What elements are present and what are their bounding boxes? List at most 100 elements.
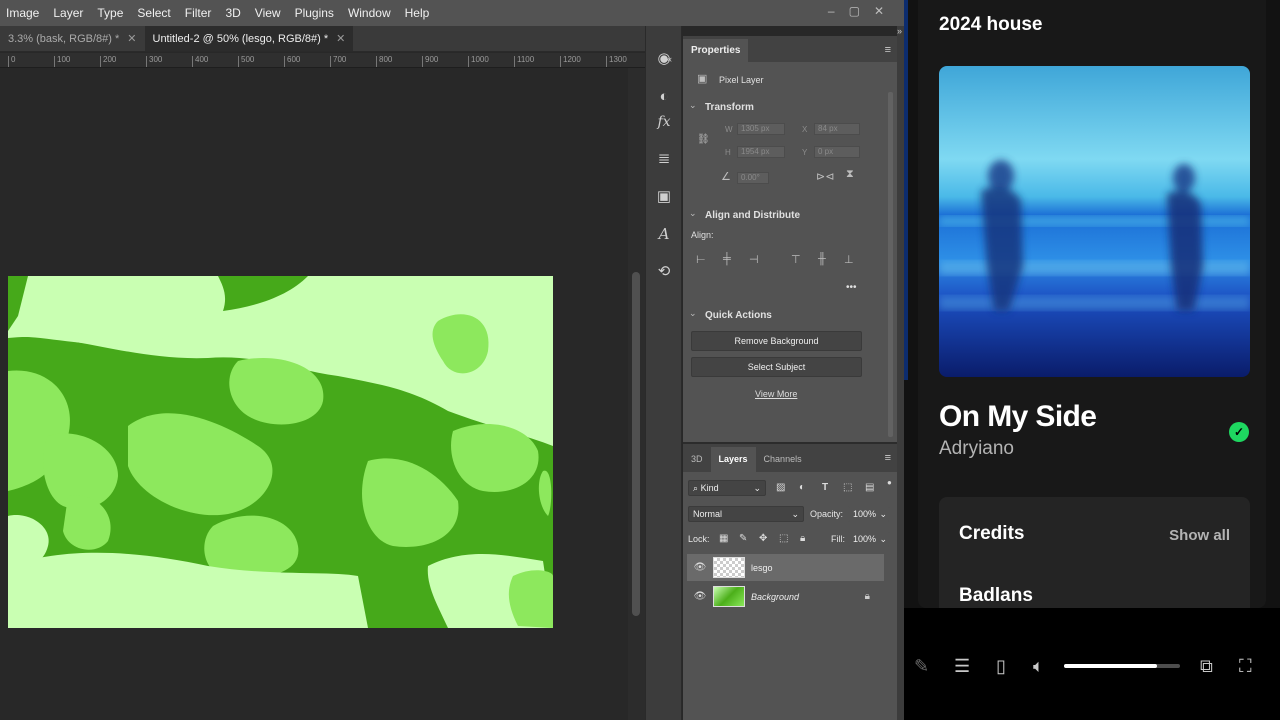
minimize-button[interactable]: – <box>828 4 835 18</box>
menu-item-filter[interactable]: Filter <box>178 6 219 20</box>
artboard-canvas[interactable] <box>8 276 553 628</box>
more-options-icon[interactable]: ••• <box>846 282 857 293</box>
height-field[interactable]: 1954 px <box>737 146 785 158</box>
properties-tab[interactable]: Properties <box>683 39 749 62</box>
menu-item-window[interactable]: Window <box>341 6 398 20</box>
visibility-eye-icon[interactable]: 👁︎ <box>691 562 709 573</box>
document-tab-bask[interactable]: 3.3% (bask, RGB/8#) * ✕ <box>0 26 145 51</box>
tab-3d[interactable]: 3D <box>683 454 711 472</box>
ruler-tick-label: 800 <box>376 56 392 67</box>
volume-icon[interactable]: 🔈︎ <box>1033 656 1044 677</box>
menu-item-type[interactable]: Type <box>90 6 130 20</box>
width-field[interactable]: 1305 px <box>737 123 785 135</box>
angle-field[interactable]: 0.00° <box>737 172 769 184</box>
align-top-icon[interactable]: ⊤ <box>791 253 801 266</box>
canvas-area[interactable] <box>0 68 628 720</box>
ruler-tick-label: 1000 <box>468 56 489 67</box>
menu-item-layer[interactable]: Layer <box>46 6 90 20</box>
filter-toggle-icon[interactable]: ● <box>887 478 892 487</box>
song-title[interactable]: On My Side <box>939 400 1097 434</box>
menu-item-3d[interactable]: 3D <box>218 6 247 20</box>
character-icon[interactable]: A <box>654 224 674 244</box>
fx-icon[interactable]: fx <box>654 112 674 132</box>
align-middle-v-icon[interactable]: ╫ <box>818 253 826 265</box>
layer-name[interactable]: Background <box>751 592 799 602</box>
close-button[interactable]: ✕ <box>874 4 884 18</box>
align-section-title[interactable]: Align and Distribute <box>705 210 800 221</box>
expand-arrows-icon[interactable]: » <box>897 26 902 36</box>
menu-item-select[interactable]: Select <box>130 6 177 20</box>
clone-source-icon[interactable]: ▣ <box>654 186 674 206</box>
menu-item-plugins[interactable]: Plugins <box>288 6 341 20</box>
layer-row-lesgo[interactable]: 👁︎ lesgo <box>687 554 884 581</box>
menu-item-view[interactable]: View <box>248 6 288 20</box>
tab-channels[interactable]: Channels <box>756 454 810 472</box>
close-tab-icon[interactable]: ✕ <box>336 32 345 45</box>
volume-slider[interactable] <box>1064 664 1180 668</box>
menu-item-help[interactable]: Help <box>398 6 437 20</box>
album-cover[interactable] <box>939 66 1250 377</box>
layer-row-background[interactable]: 👁︎ Background 🔒︎ <box>687 583 884 610</box>
link-icon[interactable]: ⛓ <box>697 134 710 145</box>
blend-mode-select[interactable]: Normal ⌄ <box>688 506 804 522</box>
layer-name[interactable]: lesgo <box>751 563 773 573</box>
filter-type-icon[interactable]: T <box>822 482 828 493</box>
lock-all-icon[interactable]: 🔒︎ <box>800 533 805 544</box>
filter-smart-object-icon[interactable]: ▤ <box>865 482 874 493</box>
lock-transparent-icon[interactable]: ▦ <box>719 533 728 544</box>
show-all-link[interactable]: Show all <box>1169 527 1230 544</box>
lock-artboard-icon[interactable]: ⬚ <box>779 533 788 544</box>
playlist-title[interactable]: 2024 house <box>939 14 1043 36</box>
view-more-link[interactable]: View More <box>755 389 797 399</box>
vertical-scrollbar[interactable] <box>628 68 645 720</box>
liked-check-icon[interactable]: ✓ <box>1229 422 1249 442</box>
fill-field[interactable]: 100% ⌄ <box>848 531 890 547</box>
fullscreen-icon[interactable]: ⛶ <box>1239 656 1252 677</box>
opacity-field[interactable]: 100% ⌄ <box>848 506 890 522</box>
align-bottom-icon[interactable]: ⊥ <box>844 253 854 266</box>
brush-settings-icon[interactable]: ≣ <box>654 148 674 168</box>
mini-player-icon[interactable]: ⧉ <box>1200 656 1213 677</box>
align-center-h-icon[interactable]: ╪ <box>723 253 731 265</box>
quick-actions-title[interactable]: Quick Actions <box>705 310 772 321</box>
menu-item-image[interactable]: Image <box>0 6 46 20</box>
filter-kind-select[interactable]: ⌕ Kind ⌄ <box>688 480 766 496</box>
filter-shape-icon[interactable]: ⬚ <box>843 482 852 493</box>
scrollbar-thumb[interactable] <box>632 272 640 616</box>
remove-background-button[interactable]: Remove Background <box>691 331 862 351</box>
properties-scrollbar[interactable] <box>888 92 893 437</box>
document-tab-untitled-2[interactable]: Untitled-2 @ 50% (lesgo, RGB/8#) * ✕ <box>144 26 354 51</box>
credit-name[interactable]: Badlans <box>959 585 1033 607</box>
history-icon[interactable]: ⟲ <box>654 261 674 281</box>
align-left-icon[interactable]: ⊢ <box>696 253 706 266</box>
filter-adjustment-icon[interactable]: ◐ <box>799 482 805 493</box>
panel-menu-icon[interactable]: ≡ <box>885 44 897 62</box>
adjustments-icon[interactable]: ◐ <box>654 86 674 106</box>
chevron-down-icon[interactable]: ⌄ <box>689 100 697 111</box>
x-field[interactable]: 84 px <box>814 123 860 135</box>
ruler-tick-label: 1300 <box>606 56 627 67</box>
color-palette-icon[interactable]: ◉ <box>654 48 674 68</box>
y-field[interactable]: 0 px <box>814 146 860 158</box>
align-right-icon[interactable]: ⊣ <box>749 253 759 266</box>
tab-layers[interactable]: Layers <box>710 447 756 472</box>
ruler-tick-label: 200 <box>100 56 116 67</box>
flip-horizontal-icon[interactable]: ⊳⊲ <box>816 170 834 183</box>
queue-icon[interactable]: ☰ <box>954 656 970 677</box>
connect-device-icon[interactable]: ▯ <box>996 656 1006 677</box>
filter-pixel-icon[interactable]: ▨ <box>776 482 785 493</box>
maximize-button[interactable]: ▢ <box>849 4 860 18</box>
select-subject-button[interactable]: Select Subject <box>691 357 862 377</box>
chevron-down-icon[interactable]: ⌄ <box>689 208 697 219</box>
close-tab-icon[interactable]: ✕ <box>127 32 136 45</box>
flip-vertical-icon[interactable]: ⧗ <box>846 168 854 181</box>
transform-section-title[interactable]: Transform <box>705 102 754 113</box>
microphone-icon[interactable]: ✎ <box>914 656 929 677</box>
panel-menu-icon[interactable]: ≡ <box>885 452 897 472</box>
artist-name[interactable]: Adryiano <box>939 438 1014 460</box>
lock-paint-icon[interactable]: ✎ <box>739 533 747 544</box>
visibility-eye-icon[interactable]: 👁︎ <box>691 591 709 602</box>
chevron-down-icon[interactable]: ⌄ <box>689 308 697 319</box>
lock-position-icon[interactable]: ✥ <box>759 533 767 544</box>
lock-icon[interactable]: 🔒︎ <box>865 591 870 602</box>
